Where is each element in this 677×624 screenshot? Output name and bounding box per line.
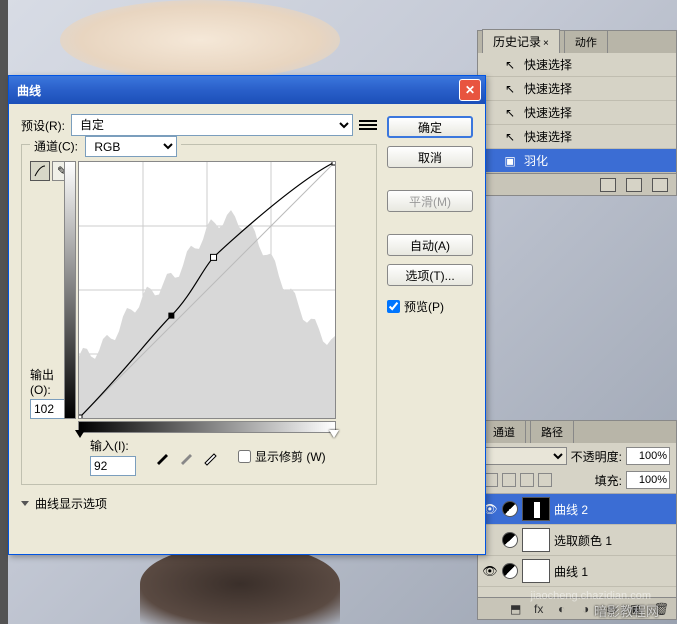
curve-display-options[interactable]: 曲线显示选项	[21, 495, 377, 512]
history-list: ↖ 快速选择 ↖ 快速选择 ↖ 快速选择 ↖ 快速选择 ▣ 羽化	[478, 53, 676, 173]
fill-input[interactable]	[626, 471, 670, 489]
lock-position-icon[interactable]	[520, 473, 534, 487]
preset-select[interactable]: 自定	[71, 114, 353, 136]
output-gradient	[64, 161, 76, 419]
preset-menu-icon[interactable]	[359, 116, 377, 134]
white-eyedropper-icon[interactable]	[202, 448, 220, 466]
preview-label: 预览(P)	[404, 298, 444, 315]
curve-point-tool[interactable]	[30, 161, 50, 181]
curve-display-label: 曲线显示选项	[35, 495, 107, 512]
wand-icon: ↖	[502, 129, 518, 145]
tab-paths[interactable]: 路径	[530, 420, 574, 443]
history-item[interactable]: ▣ 羽化	[478, 149, 676, 173]
black-point-slider[interactable]	[75, 430, 85, 443]
layer-mask-thumb[interactable]	[522, 497, 550, 521]
cancel-button[interactable]: 取消	[387, 146, 473, 168]
close-button[interactable]: ✕	[459, 79, 481, 101]
channel-label: 通道(C):	[34, 140, 78, 154]
layer-name: 选取颜色 1	[554, 532, 612, 549]
show-clipping-input[interactable]	[238, 450, 251, 463]
history-item-label: 快速选择	[524, 56, 572, 73]
auto-button[interactable]: 自动(A)	[387, 234, 473, 256]
channel-legend: 通道(C): RGB	[30, 136, 181, 157]
blend-mode-select[interactable]	[484, 447, 567, 465]
lock-row: 填充:	[478, 469, 676, 494]
input-gradient	[78, 421, 336, 433]
preview-input[interactable]	[387, 300, 400, 313]
white-point-slider[interactable]	[329, 430, 339, 443]
adjustment-icon	[502, 532, 518, 548]
history-panel: 历史记录× 动作 ↖ 快速选择 ↖ 快速选择 ↖ 快速选择 ↖ 快速选择 ▣ 羽化	[477, 30, 677, 196]
layer-name: 曲线 1	[554, 563, 588, 580]
wand-icon: ↖	[502, 57, 518, 73]
history-item-label: 快速选择	[524, 128, 572, 145]
lock-all-icon[interactable]	[538, 473, 552, 487]
adjustment-icon	[502, 501, 518, 517]
link-icon[interactable]: ⬒	[510, 602, 526, 616]
layer-options-row: 不透明度:	[478, 443, 676, 469]
tab-history[interactable]: 历史记录×	[482, 29, 560, 53]
new-snapshot-icon[interactable]	[600, 178, 616, 192]
dialog-titlebar[interactable]: 曲线 ✕	[9, 76, 485, 104]
tool-strip	[0, 0, 8, 624]
layer-mask-thumb[interactable]	[522, 528, 550, 552]
input-input[interactable]	[90, 456, 136, 476]
curves-graph[interactable]	[78, 161, 336, 419]
feather-icon: ▣	[502, 153, 518, 169]
fill-label: 填充:	[595, 472, 622, 489]
watermark-text: 暗影教程网	[594, 601, 659, 620]
input-label: 输入(I):	[90, 437, 136, 454]
history-footer	[478, 173, 676, 195]
opacity-label: 不透明度:	[571, 448, 622, 465]
wand-icon: ↖	[502, 81, 518, 97]
mask-icon[interactable]: ◐	[558, 602, 574, 616]
layer-item[interactable]: 选取颜色 1	[478, 525, 676, 556]
lock-pixels-icon[interactable]	[502, 473, 516, 487]
tab-channels[interactable]: 通道	[482, 420, 526, 443]
history-item[interactable]: ↖ 快速选择	[478, 53, 676, 77]
preset-label: 预设(R):	[21, 117, 65, 134]
tab-actions[interactable]: 动作	[564, 30, 608, 53]
smooth-button: 平滑(M)	[387, 190, 473, 212]
wand-icon: ↖	[502, 105, 518, 121]
trash-icon[interactable]	[652, 178, 668, 192]
visibility-icon[interactable]: 👁	[482, 563, 498, 579]
opacity-input[interactable]	[626, 447, 670, 465]
new-state-icon[interactable]	[626, 178, 642, 192]
show-clipping-checkbox[interactable]: 显示修剪 (W)	[238, 448, 326, 465]
layer-mask-thumb[interactable]	[522, 559, 550, 583]
history-item-label: 快速选择	[524, 104, 572, 121]
show-clipping-label: 显示修剪 (W)	[255, 448, 326, 465]
history-item-label: 羽化	[524, 152, 548, 169]
layers-tabs: 通道 路径	[478, 421, 676, 443]
layer-name: 曲线 2	[554, 501, 588, 518]
preview-checkbox[interactable]: 预览(P)	[387, 298, 473, 315]
history-item-label: 快速选择	[524, 80, 572, 97]
history-item[interactable]: ↖ 快速选择	[478, 77, 676, 101]
history-item[interactable]: ↖ 快速选择	[478, 101, 676, 125]
options-button[interactable]: 选项(T)...	[387, 264, 473, 286]
channel-fieldset: 通道(C): RGB ✎ 输出(O):	[21, 144, 377, 485]
layer-item[interactable]: 👁 曲线 1	[478, 556, 676, 587]
layer-item[interactable]: 👁 曲线 2	[478, 494, 676, 525]
curves-dialog: 曲线 ✕ 预设(R): 自定 通道(C): RGB ✎	[8, 75, 486, 555]
tab-close-icon[interactable]: ×	[543, 38, 549, 49]
dialog-title: 曲线	[17, 82, 459, 99]
gray-eyedropper-icon[interactable]	[178, 448, 196, 466]
adjustment-icon	[502, 563, 518, 579]
panel-tabs: 历史记录× 动作	[478, 31, 676, 53]
lock-transparent-icon[interactable]	[484, 473, 498, 487]
ok-button[interactable]: 确定	[387, 116, 473, 138]
history-item[interactable]: ↖ 快速选择	[478, 125, 676, 149]
black-eyedropper-icon[interactable]	[154, 448, 172, 466]
fx-icon[interactable]: fx	[534, 602, 550, 616]
tab-history-label: 历史记录	[493, 35, 541, 49]
chevron-down-icon	[21, 501, 29, 510]
channel-select[interactable]: RGB	[85, 136, 177, 157]
